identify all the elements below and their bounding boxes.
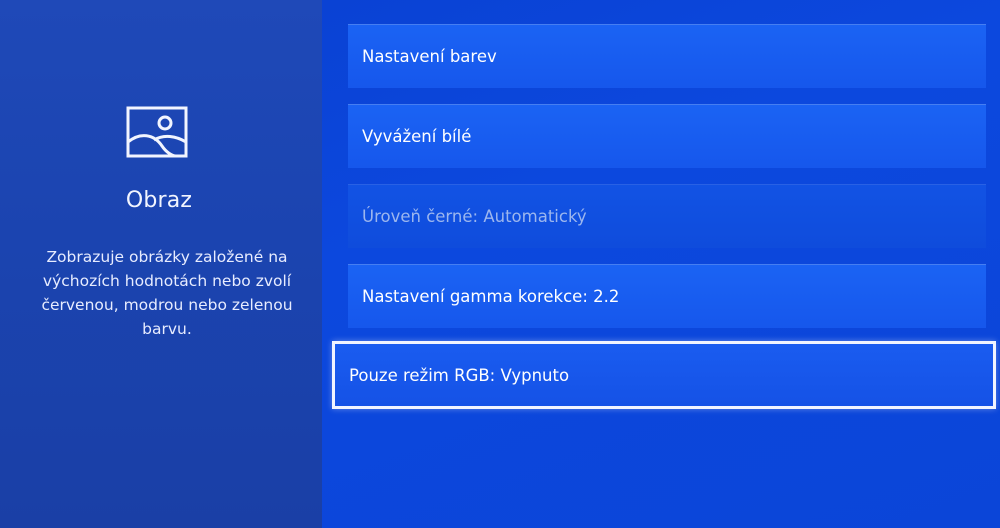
menu-item-black-level: Úroveň černé: Automatický bbox=[348, 184, 986, 248]
menu-item-white-balance[interactable]: Vyvážení bílé bbox=[348, 104, 986, 168]
menu-item-color-settings[interactable]: Nastavení barev bbox=[348, 24, 986, 88]
menu-item-rgb-only-mode[interactable]: Pouze režim RGB: Vypnuto bbox=[332, 341, 996, 409]
section-description: Zobrazuje obrázky založené na výchozích … bbox=[41, 248, 293, 338]
picture-icon bbox=[126, 106, 188, 158]
section-title: Obraz bbox=[125, 188, 193, 213]
menu-item-gamma-correction[interactable]: Nastavení gamma korekce: 2.2 bbox=[348, 264, 986, 328]
